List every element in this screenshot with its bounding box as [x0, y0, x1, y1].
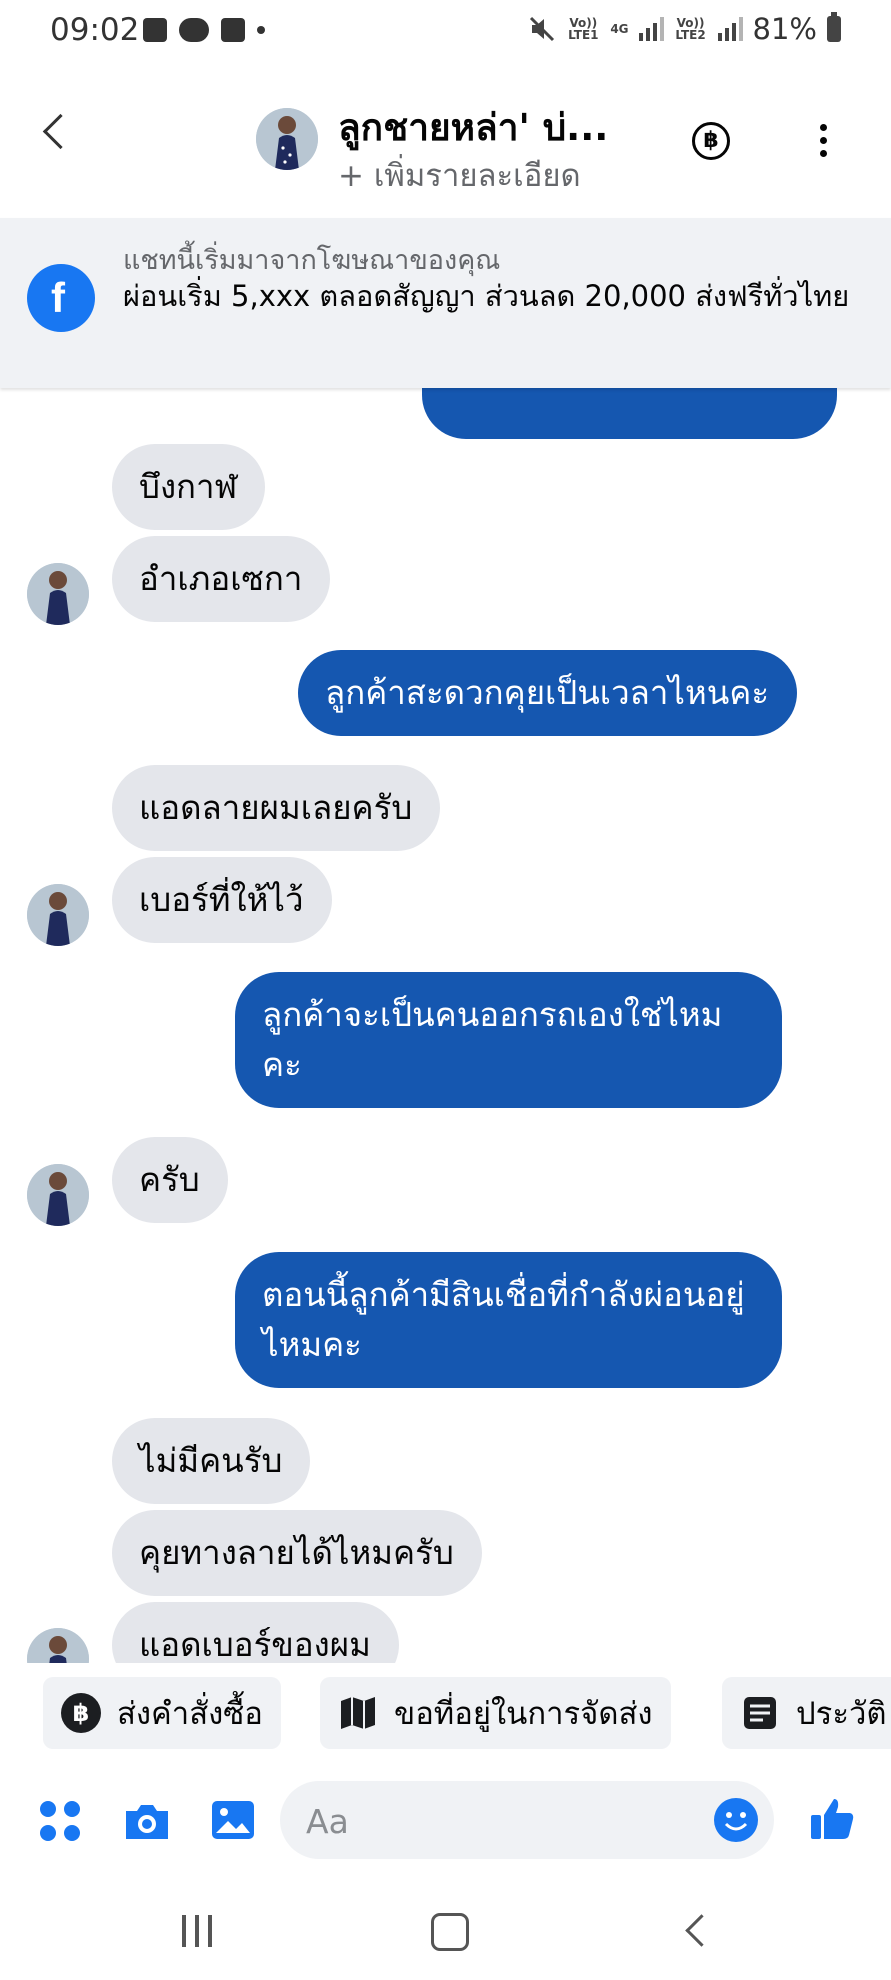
status-bar: 09:02 Vo)) LTE1 4G Vo)) LTE2 81%: [0, 0, 891, 62]
android-navigation-bar: [0, 1879, 891, 1980]
message-bubble-incoming[interactable]: อำเภอเซกา: [112, 536, 331, 622]
message-bubble-incoming[interactable]: คุยทางลายได้ไหมครับ: [112, 1510, 482, 1596]
network-lte1-label: Vo)) LTE1: [568, 16, 599, 42]
gallery-notification-icon: [143, 18, 167, 42]
message-list[interactable]: บึงกาฬ อำเภอเซกา ลูกค้าสะดวกคุยเป็นเวลาไ…: [0, 388, 891, 1663]
message-input[interactable]: [304, 1795, 688, 1847]
battery-percent: 81%: [752, 12, 817, 46]
message-bubble-incoming[interactable]: ไม่มีคนรับ: [112, 1418, 311, 1504]
message-bubble-incoming[interactable]: บึงกาฬ: [112, 444, 266, 530]
thumbs-up-icon[interactable]: [808, 1795, 856, 1843]
ad-banner-text: ผ่อนเริ่ม 5,xxx ตลอดสัญญา ส่วนลด 20,000 …: [123, 279, 850, 313]
quick-reply-history[interactable]: ประวัติ: [722, 1677, 891, 1749]
emoji-icon[interactable]: [714, 1798, 758, 1842]
signal-strength-1-icon: [638, 17, 664, 41]
quick-reply-label: ขอที่อยู่ในการจัดส่ง: [394, 1696, 653, 1732]
quick-reply-label: ประวัติ: [796, 1696, 887, 1732]
message-bubble-outgoing[interactable]: ตอนนี้ลูกค้ามีสินเชื่อที่กำลังผ่อนอยู่ไห…: [235, 1252, 782, 1388]
message-bubble-outgoing[interactable]: ลูกค้าสะดวกคุยเป็นเวลาไหนคะ: [298, 650, 798, 736]
more-notifications-dot-icon: [257, 26, 265, 34]
line-app-icon: [179, 18, 209, 42]
network-lte2-label: Vo)) LTE2: [675, 16, 706, 42]
ad-origin-banner[interactable]: f แชทนี้เริ่มมาจากโฆษณาของคุณ ผ่อนเริ่ม …: [0, 218, 891, 388]
camera-icon[interactable]: [122, 1801, 172, 1841]
message-bubble-outgoing[interactable]: ลูกค้าจะเป็นคนออกรถเองใช่ไหมคะ: [235, 972, 782, 1108]
map-icon: [338, 1693, 378, 1733]
signal-strength-2-icon: [717, 17, 743, 41]
quick-reply-send-order[interactable]: ฿ ส่งคำสั่งซื้อ: [43, 1677, 281, 1749]
chat-header: ลูกชายหล่า' บ่... + เพิ่มรายละเอียด ฿: [0, 62, 891, 218]
quick-reply-request-address[interactable]: ขอที่อยู่ในการจัดส่ง: [320, 1677, 671, 1749]
document-icon: [740, 1693, 780, 1733]
baht-circle-icon: ฿: [61, 1693, 101, 1733]
status-time: 09:02: [50, 12, 140, 48]
quick-replies-bar: ฿ ส่งคำสั่งซื้อ ขอที่อยู่ในการจัดส่ง ประ…: [0, 1663, 891, 1761]
contact-avatar[interactable]: [256, 108, 318, 170]
message-composer: [0, 1761, 891, 1879]
quick-reply-label: ส่งคำสั่งซื้อ: [117, 1696, 263, 1732]
contact-avatar-small[interactable]: [27, 1164, 89, 1226]
network-4g-label: 4G: [610, 22, 629, 36]
message-bubble-incoming[interactable]: เบอร์ที่ให้ไว้: [112, 857, 332, 943]
home-icon[interactable]: [431, 1913, 469, 1951]
contact-avatar-small[interactable]: [27, 563, 89, 625]
facebook-logo-icon: f: [27, 264, 95, 332]
apps-grid-icon[interactable]: [40, 1801, 80, 1841]
notification-icons: [143, 18, 265, 42]
contact-avatar-small[interactable]: [27, 1628, 89, 1663]
message-bubble-incoming[interactable]: ครับ: [112, 1137, 228, 1223]
payment-baht-icon[interactable]: ฿: [692, 122, 730, 160]
battery-icon: [827, 12, 841, 42]
add-details-link[interactable]: + เพิ่มรายละเอียด: [338, 150, 581, 200]
nav-back-icon[interactable]: [685, 1914, 718, 1947]
gallery-image-icon[interactable]: [210, 1797, 256, 1843]
mute-icon: [530, 16, 555, 42]
clock-notification-icon: [221, 18, 245, 42]
more-options-icon[interactable]: [820, 124, 828, 163]
message-bubble-incoming[interactable]: แอดเบอร์ของผม: [112, 1602, 399, 1663]
system-indicators: Vo)) LTE1 4G Vo)) LTE2 81%: [528, 12, 841, 46]
message-bubble-partial[interactable]: [422, 388, 837, 439]
back-arrow-icon[interactable]: [42, 113, 79, 150]
contact-name[interactable]: ลูกชายหล่า' บ่...: [338, 98, 608, 157]
message-input-wrapper[interactable]: [280, 1781, 774, 1859]
recent-apps-icon[interactable]: [182, 1915, 212, 1947]
message-bubble-incoming[interactable]: แอดลายผมเลยครับ: [112, 765, 441, 851]
contact-avatar-small[interactable]: [27, 884, 89, 946]
